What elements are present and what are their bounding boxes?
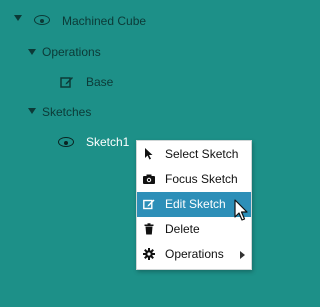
tree-label-operations: Operations bbox=[42, 45, 101, 59]
cursor-arrow-icon bbox=[145, 148, 153, 160]
tree-label-base: Base bbox=[86, 75, 114, 89]
visibility-eye-icon[interactable] bbox=[58, 137, 74, 147]
menu-item-select-sketch[interactable]: Select Sketch bbox=[137, 142, 251, 167]
expand-arrow-icon[interactable] bbox=[14, 15, 22, 21]
trash-icon bbox=[144, 223, 154, 235]
menu-item-operations[interactable]: Operations bbox=[137, 242, 251, 267]
expand-arrow-icon[interactable] bbox=[28, 108, 36, 114]
menu-item-label: Edit Sketch bbox=[165, 197, 226, 211]
menu-item-label: Delete bbox=[165, 222, 200, 236]
tree-label-sketches: Sketches bbox=[42, 105, 92, 119]
edit-icon bbox=[143, 199, 155, 210]
camera-icon bbox=[143, 174, 155, 184]
tree-label-sketch1: Sketch1 bbox=[86, 135, 130, 149]
gear-icon bbox=[143, 248, 155, 260]
menu-item-label: Select Sketch bbox=[165, 147, 239, 161]
submenu-arrow-icon bbox=[240, 251, 245, 259]
menu-item-focus-sketch[interactable]: Focus Sketch bbox=[137, 167, 251, 192]
menu-item-label: Operations bbox=[165, 247, 224, 261]
menu-item-label: Focus Sketch bbox=[165, 172, 238, 186]
tree-label-root: Machined Cube bbox=[62, 14, 147, 28]
visibility-eye-icon[interactable] bbox=[34, 15, 50, 25]
expand-arrow-icon[interactable] bbox=[28, 49, 36, 55]
mouse-cursor-icon bbox=[234, 199, 248, 221]
edit-icon bbox=[60, 77, 73, 88]
